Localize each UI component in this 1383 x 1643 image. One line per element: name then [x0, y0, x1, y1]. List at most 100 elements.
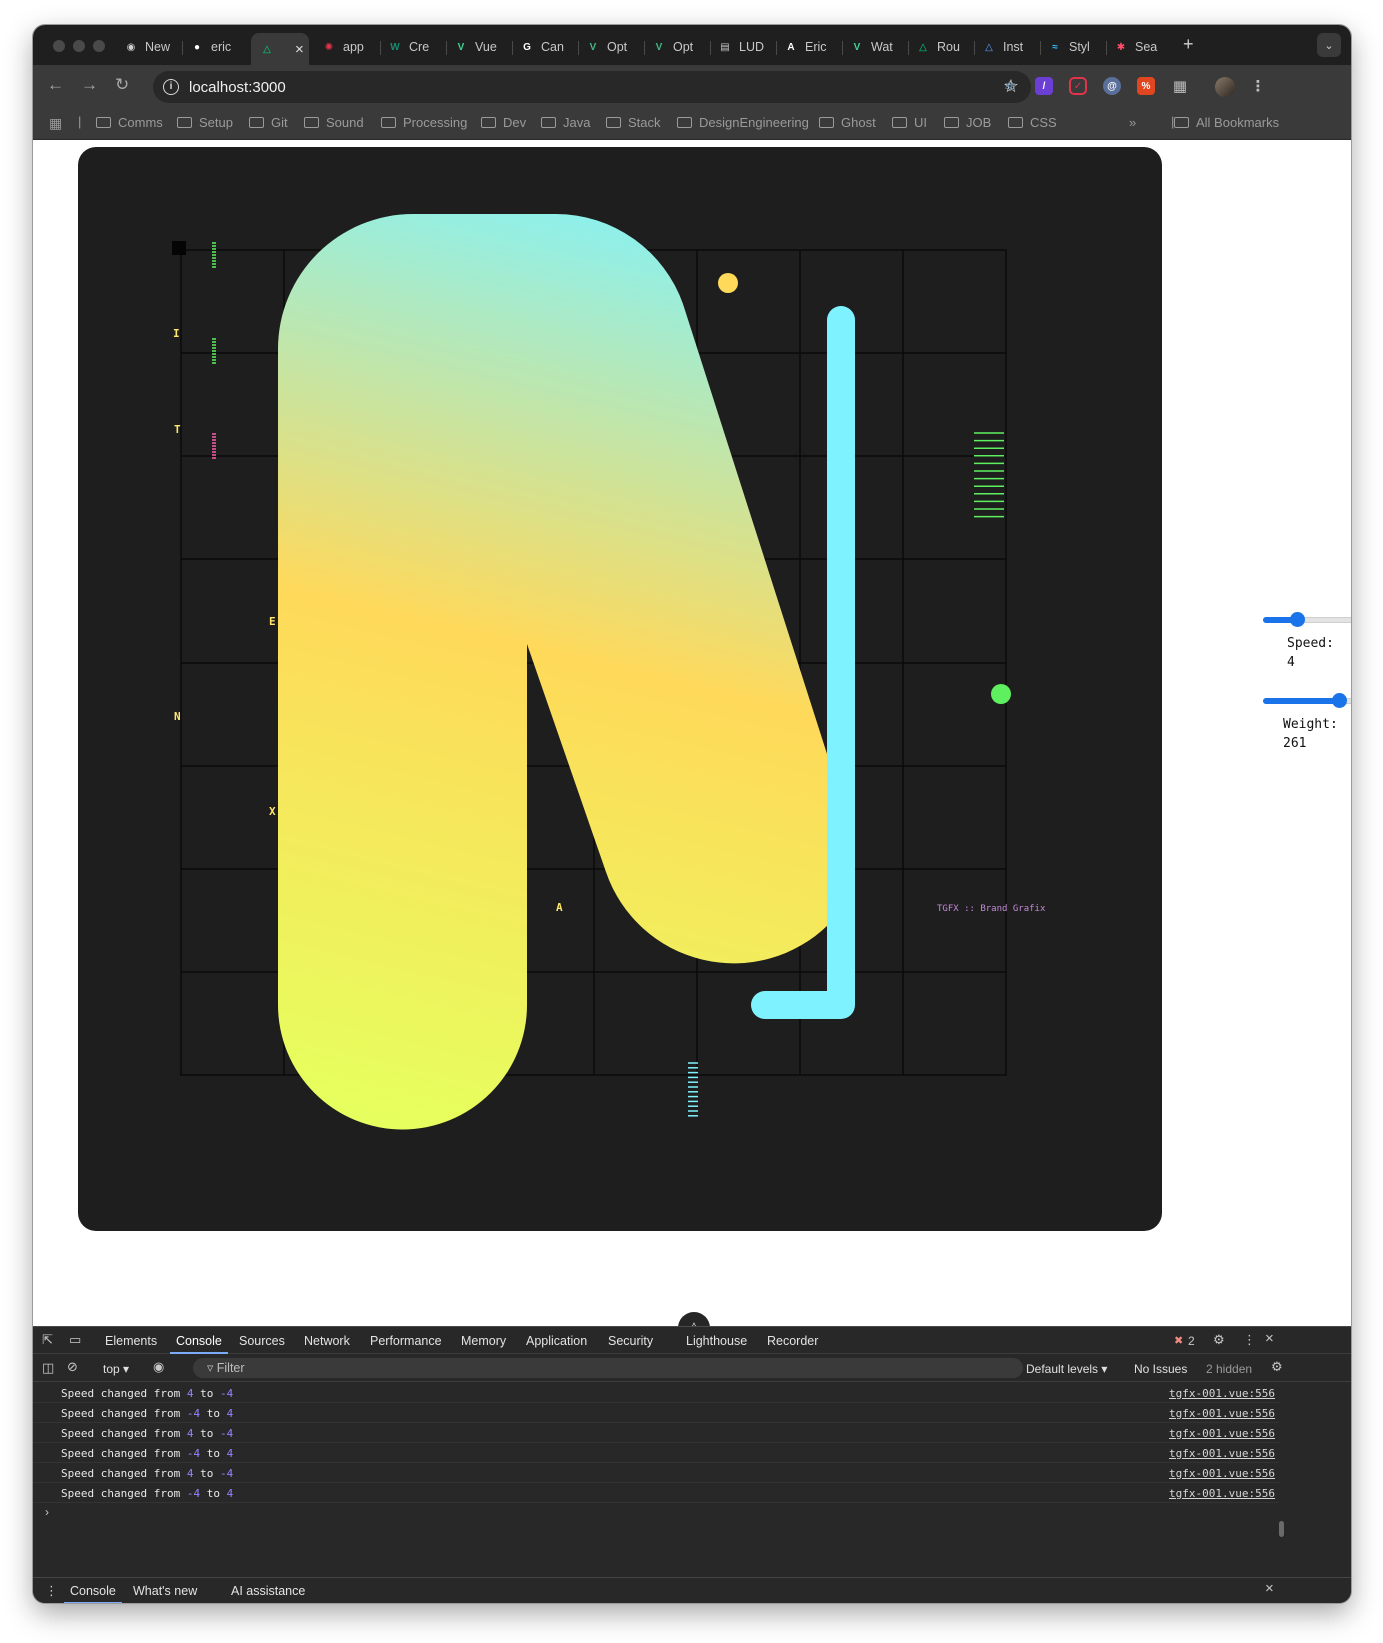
devtools-tab[interactable]: Console	[170, 1334, 228, 1354]
zoom-window-button[interactable]	[93, 40, 105, 52]
browser-menu-icon[interactable]: ⋮	[1249, 77, 1267, 95]
browser-tab[interactable]: A Eric	[779, 33, 835, 61]
devtools-tab[interactable]: Memory	[461, 1334, 506, 1348]
weight-slider-thumb[interactable]	[1332, 693, 1348, 708]
browser-tab[interactable]: V Opt	[647, 33, 703, 61]
console-prompt-icon[interactable]: ›	[45, 1505, 49, 1519]
log-source-link[interactable]: tgfx-001.vue:556	[1169, 1387, 1275, 1400]
browser-tab[interactable]: V Opt	[581, 33, 637, 61]
bookmark-folder[interactable]: Dev	[481, 115, 526, 130]
drawer-tab[interactable]: Console	[64, 1584, 122, 1603]
devtools-tab[interactable]: Sources	[239, 1334, 285, 1348]
log-source-link[interactable]: tgfx-001.vue:556	[1169, 1487, 1275, 1500]
console-log-row: Speed changed from 4 to -4 tgfx-001.vue:5…	[33, 1423, 1279, 1443]
browser-tab[interactable]: W Cre	[383, 33, 439, 61]
browser-tab-label: Eric	[805, 40, 827, 54]
tab-search-button[interactable]: ⌄	[1317, 33, 1341, 57]
drawer-close-icon[interactable]: ×	[1265, 1581, 1274, 1596]
clear-console-icon[interactable]: ⊘	[67, 1360, 78, 1374]
context-selector[interactable]: top ▾	[103, 1362, 129, 1376]
close-tab-icon[interactable]: ×	[295, 41, 304, 58]
address-bar[interactable]: i localhost:3000 ☆	[153, 71, 1031, 103]
devtools-tab[interactable]: Network	[304, 1334, 350, 1348]
console-filter-bar: ◫ ⊘ top ▾ ◉ ▿ Filter Default levels ▾ No…	[33, 1354, 1351, 1382]
speed-slider[interactable]	[1263, 612, 1351, 627]
console-settings-icon[interactable]: ⚙	[1271, 1360, 1283, 1374]
bookmark-folder[interactable]: Sound	[304, 115, 364, 130]
browser-tab[interactable]: ● eric	[185, 33, 241, 61]
bookmark-folder[interactable]: Stack	[606, 115, 661, 130]
log-levels-dropdown[interactable]: Default levels ▾	[1026, 1362, 1107, 1376]
devtools-tab[interactable]: Application	[526, 1334, 587, 1348]
browser-tab[interactable]: ≈ Styl	[1043, 33, 1099, 61]
forward-icon[interactable]: →	[81, 75, 98, 95]
drawer-tab[interactable]: AI assistance	[231, 1584, 305, 1598]
devtools-tab[interactable]: Performance	[370, 1334, 442, 1348]
bookmark-folder[interactable]: Comms	[96, 115, 163, 130]
log-to-value: 4	[226, 1407, 234, 1420]
back-icon[interactable]: ←	[47, 75, 64, 95]
browser-tab[interactable]: V Vue	[449, 33, 505, 61]
bookmark-folder[interactable]: UI	[892, 115, 927, 130]
bookmarks-overflow-button[interactable]: »	[1129, 115, 1136, 130]
live-expression-eye-icon[interactable]: ◉	[153, 1360, 164, 1374]
browser-tab[interactable]: △ Rou	[911, 33, 967, 61]
log-source-link[interactable]: tgfx-001.vue:556	[1169, 1467, 1275, 1480]
console-filter-input[interactable]: ▿ Filter	[193, 1358, 1023, 1378]
devtools-tab[interactable]: Recorder	[767, 1334, 818, 1348]
browser-tab[interactable]: ✱ Sea	[1109, 33, 1165, 61]
sidebar-toggle-icon[interactable]: ◫	[42, 1361, 54, 1375]
devtools-tab[interactable]: Elements	[105, 1334, 157, 1348]
react-devtools-icon[interactable]: ⚛	[1001, 77, 1019, 95]
log-from-value: -4	[186, 1447, 201, 1460]
apps-grid-icon[interactable]: ▦	[49, 115, 62, 132]
bookmark-folder[interactable]: DesignEngineering	[677, 115, 809, 130]
nuxt-devtools-button[interactable]: △	[678, 1312, 710, 1326]
url-text[interactable]: localhost:3000	[189, 79, 286, 96]
inspect-element-icon[interactable]: ⇱	[42, 1333, 53, 1347]
bookmark-folder[interactable]: Processing	[381, 115, 467, 130]
log-source-link[interactable]: tgfx-001.vue:556	[1169, 1447, 1275, 1460]
extension-percent-icon[interactable]: %	[1137, 77, 1155, 95]
devtools-tab[interactable]: Lighthouse	[686, 1334, 747, 1348]
devtools-tab[interactable]: Security	[608, 1334, 653, 1348]
error-count[interactable]: 2	[1188, 1334, 1195, 1348]
issues-button[interactable]: No Issues	[1134, 1362, 1187, 1376]
bookmark-folder[interactable]: Ghost	[819, 115, 876, 130]
log-source-link[interactable]: tgfx-001.vue:556	[1169, 1407, 1275, 1420]
browser-tab[interactable]: △ Inst	[977, 33, 1033, 61]
error-icon[interactable]: ✖	[1174, 1334, 1183, 1348]
log-source-link[interactable]: tgfx-001.vue:556	[1169, 1427, 1275, 1440]
profile-avatar[interactable]	[1215, 77, 1235, 97]
browser-tab[interactable]: G Can	[515, 33, 571, 61]
speed-slider-thumb[interactable]	[1290, 612, 1306, 627]
all-bookmarks-button[interactable]: All Bookmarks	[1174, 115, 1279, 130]
reload-icon[interactable]: ↻	[115, 75, 129, 95]
bookmark-folder[interactable]: CSS	[1008, 115, 1057, 130]
minimize-window-button[interactable]	[73, 40, 85, 52]
drawer-menu-icon[interactable]: ⋮	[45, 1584, 58, 1598]
bookmark-folder[interactable]: JOB	[944, 115, 991, 130]
console-scrollbar[interactable]	[1279, 1521, 1284, 1537]
bookmark-folder[interactable]: Git	[249, 115, 288, 130]
drawer-tab[interactable]: What's new	[133, 1584, 197, 1598]
site-info-icon[interactable]: i	[163, 79, 179, 95]
extension-slash-icon[interactable]: /	[1035, 77, 1053, 95]
devtools-settings-icon[interactable]: ⚙	[1213, 1333, 1225, 1347]
device-toolbar-icon[interactable]: ▭	[69, 1333, 81, 1347]
devtools-menu-icon[interactable]: ⋮	[1243, 1333, 1256, 1347]
bookmark-folder[interactable]: Setup	[177, 115, 233, 130]
extensions-puzzle-icon[interactable]: ▦	[1171, 77, 1189, 95]
browser-tab[interactable]: ◉ New	[119, 33, 175, 61]
weight-slider[interactable]	[1263, 693, 1351, 708]
bookmark-folder[interactable]: Java	[541, 115, 590, 130]
extension-globe-icon[interactable]: @	[1103, 77, 1121, 95]
browser-tab[interactable]: V Wat	[845, 33, 901, 61]
close-window-button[interactable]	[53, 40, 65, 52]
pocket-icon[interactable]: ✓	[1069, 77, 1087, 95]
devtools-close-icon[interactable]: ×	[1265, 1331, 1274, 1346]
browser-tab[interactable]: ▤ LUD	[713, 33, 769, 61]
browser-tab[interactable]: ✺ app	[317, 33, 373, 61]
new-tab-button[interactable]: +	[1183, 34, 1194, 55]
browser-tab[interactable]: △ ×	[251, 33, 309, 65]
